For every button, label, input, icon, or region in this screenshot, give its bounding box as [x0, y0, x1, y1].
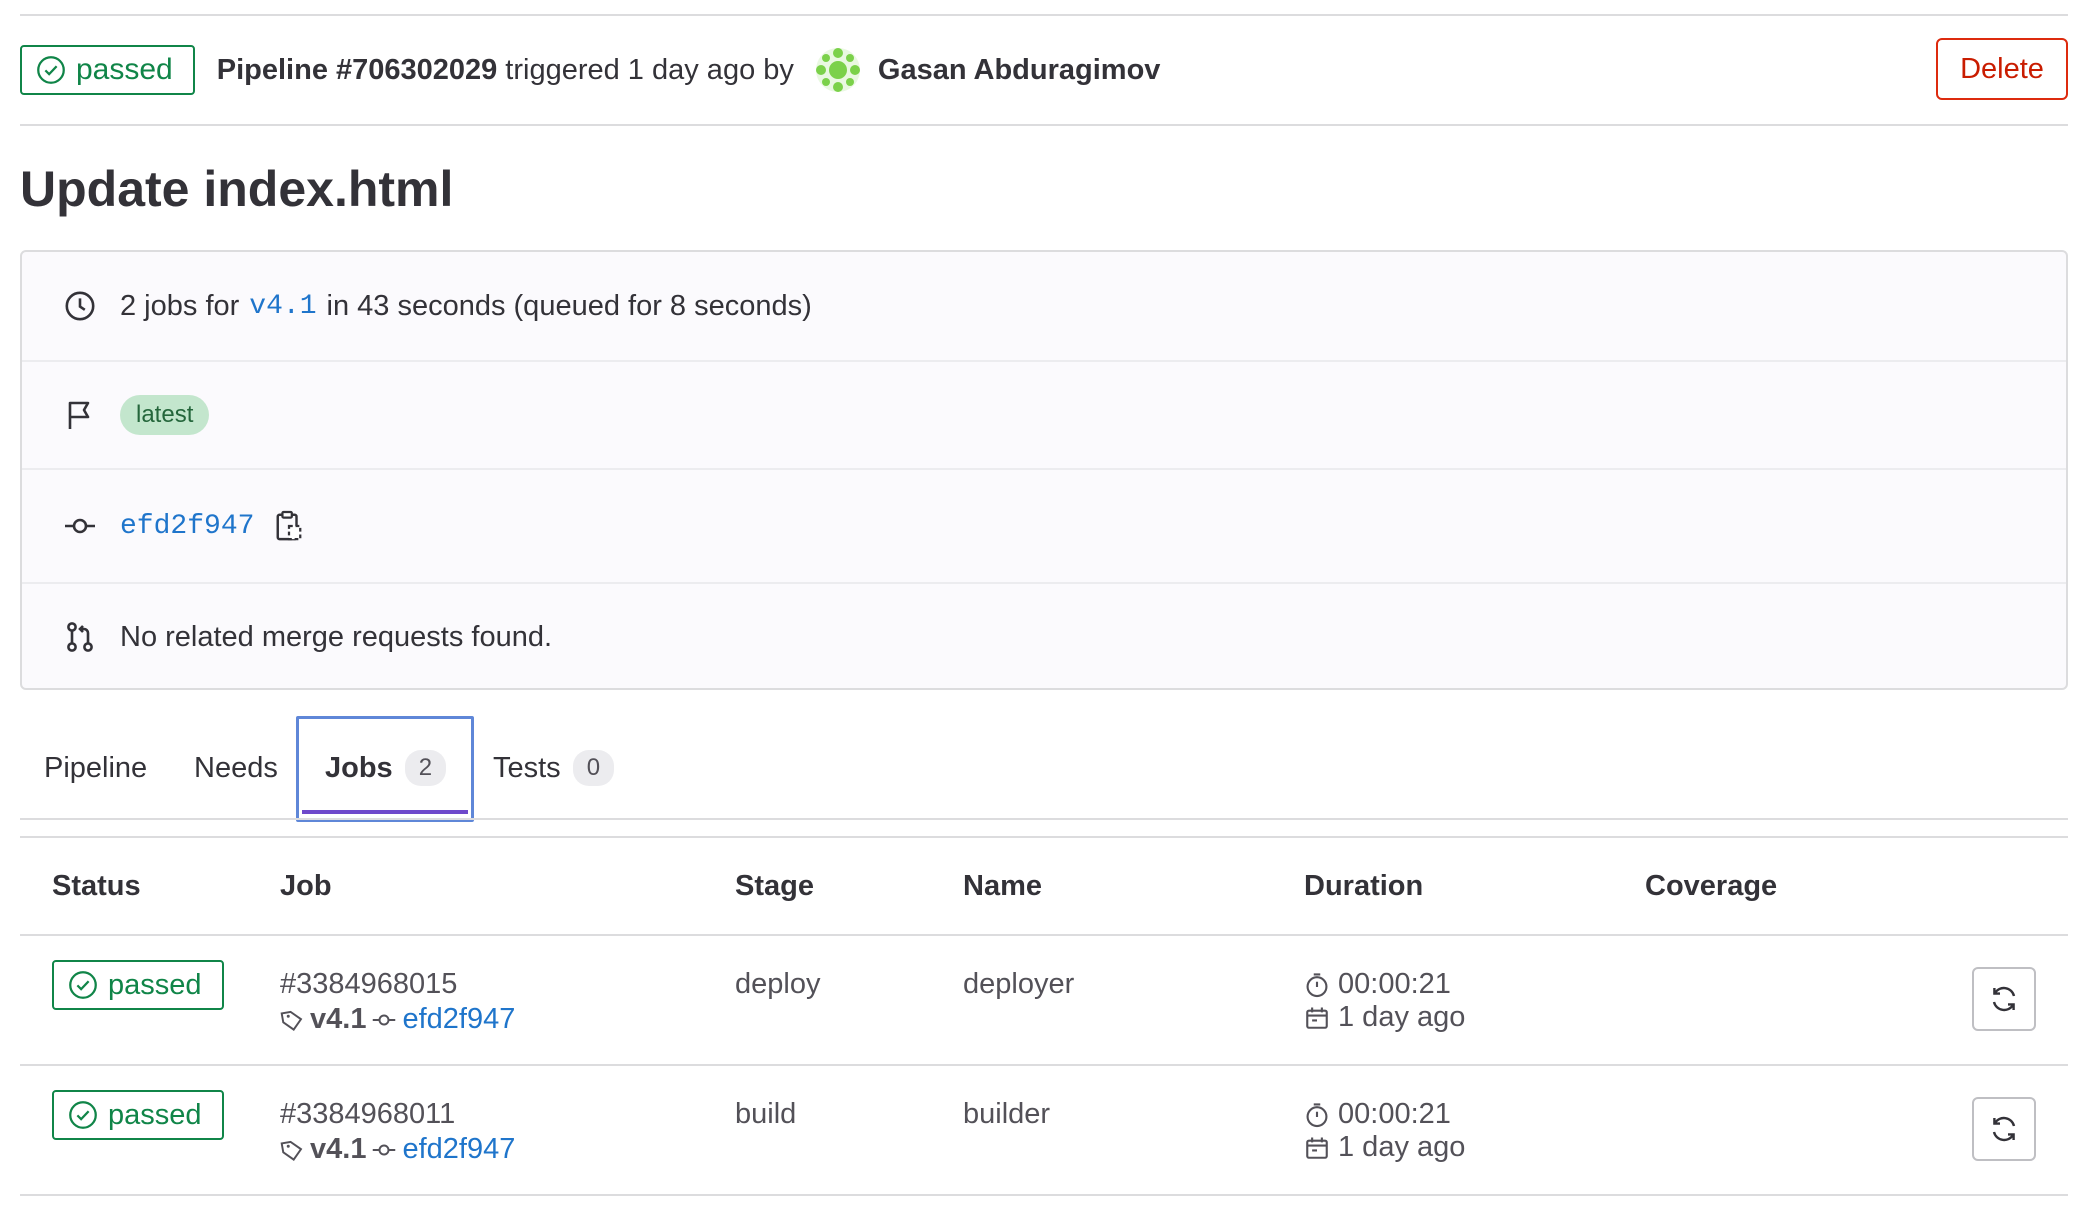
tag-icon — [280, 1010, 303, 1031]
pipeline-header: passed Pipeline #706302029 triggered 1 d… — [20, 32, 2068, 108]
pipeline-info: Pipeline #706302029 triggered 1 day ago … — [216, 46, 1161, 94]
tab-needs[interactable]: Needs — [194, 716, 278, 820]
tab-pipeline[interactable]: Pipeline — [44, 716, 147, 820]
merge-request-icon — [62, 619, 98, 655]
job-status-badge[interactable]: passed — [52, 1090, 224, 1140]
table-top-divider — [20, 836, 2068, 838]
ref-link[interactable]: v4.1 — [249, 291, 316, 322]
job-status-badge[interactable]: passed — [52, 960, 224, 1010]
column-header-job: Job — [280, 870, 332, 902]
job-duration-cell: 00:00:21 1 day ago — [1304, 1098, 1465, 1164]
header-divider — [20, 124, 2068, 126]
job-id-link[interactable]: #3384968015 — [280, 968, 515, 1001]
pipeline-page: passed Pipeline #706302029 triggered 1 d… — [0, 0, 2092, 1206]
jobs-suffix: in 43 seconds (queued for 8 seconds) — [326, 289, 812, 322]
commit-icon — [62, 508, 98, 544]
timer-icon — [1306, 972, 1328, 997]
user-avatar[interactable] — [814, 46, 862, 94]
retry-icon — [1992, 986, 2016, 1012]
tabs-divider — [20, 818, 2068, 820]
pipeline-status-badge[interactable]: passed — [20, 45, 195, 95]
commit-icon — [373, 1144, 396, 1155]
top-divider — [20, 14, 2068, 16]
jobs-prefix: 2 jobs for — [120, 289, 240, 322]
pipeline-details-box: 2 jobs for v4.1 in 43 seconds (queued fo… — [20, 250, 2068, 690]
job-name: deployer — [963, 968, 1075, 1000]
tab-tests[interactable]: Tests 0 — [493, 716, 615, 820]
tag-icon — [280, 1140, 303, 1161]
flag-icon — [62, 397, 98, 433]
retry-button[interactable] — [1972, 1097, 2036, 1161]
tab-label: Needs — [194, 751, 278, 784]
job-finished: 1 day ago — [1338, 1001, 1466, 1033]
status-label: passed — [76, 53, 173, 86]
status-label: passed — [108, 1098, 202, 1131]
copy-icon[interactable] — [274, 509, 304, 543]
job-name: builder — [963, 1098, 1051, 1130]
latest-badge: latest — [120, 395, 210, 435]
page-title: Update index.html — [20, 161, 454, 217]
calendar-icon — [1306, 1136, 1328, 1159]
retry-button[interactable] — [1972, 967, 2036, 1031]
tab-label: Pipeline — [44, 751, 148, 784]
job-sha-link[interactable]: efd2f947 — [402, 1003, 515, 1036]
check-circle-icon — [37, 56, 65, 84]
check-circle-icon — [69, 971, 97, 999]
row-divider — [20, 1194, 2068, 1196]
commit-sha-link[interactable]: efd2f947 — [120, 511, 254, 542]
commit-icon — [373, 1014, 396, 1025]
retry-icon — [1992, 1116, 2016, 1142]
merge-requests-text: No related merge requests found. — [120, 620, 553, 653]
job-duration-cell: 00:00:21 1 day ago — [1304, 968, 1465, 1034]
column-header-status: Status — [52, 870, 141, 902]
active-tab-indicator — [302, 810, 468, 814]
tab-count-badge: 0 — [572, 750, 615, 786]
job-ref-link[interactable]: v4.1 — [310, 1133, 366, 1166]
user-name-link[interactable]: Gasan Abduragimov — [878, 54, 1161, 87]
timer-icon — [1306, 1102, 1328, 1127]
job-sha-link[interactable]: efd2f947 — [402, 1133, 515, 1166]
jobs-summary-row: 2 jobs for v4.1 in 43 seconds (queued fo… — [22, 252, 2066, 360]
job-stage: deploy — [735, 968, 821, 1000]
job-finished: 1 day ago — [1338, 1131, 1466, 1163]
job-stage: build — [735, 1098, 797, 1130]
pipeline-tabs: Pipeline Needs Jobs 2 Tests 0 — [20, 716, 2068, 822]
column-header-coverage: Coverage — [1645, 870, 1778, 902]
calendar-icon — [1306, 1006, 1328, 1029]
merge-requests-row: No related merge requests found. — [22, 584, 2066, 690]
job-cell: #3384968015 v4.1 efd2f947 — [280, 968, 515, 1036]
delete-button[interactable]: Delete — [1936, 38, 2068, 100]
tags-row: latest — [22, 362, 2066, 468]
job-id-link[interactable]: #3384968011 — [280, 1098, 515, 1131]
header-row-divider — [20, 934, 2068, 936]
job-duration: 00:00:21 — [1338, 1098, 1451, 1130]
row-divider — [20, 1064, 2068, 1066]
column-header-duration: Duration — [1304, 870, 1424, 902]
job-ref-link[interactable]: v4.1 — [310, 1003, 366, 1036]
pipeline-id: Pipeline #706302029 — [216, 53, 498, 86]
commit-row: efd2f947 — [22, 470, 2066, 582]
job-duration: 00:00:21 — [1338, 968, 1451, 1000]
column-header-name: Name — [963, 870, 1042, 902]
check-circle-icon — [69, 1101, 97, 1129]
job-cell: #3384968011 v4.1 efd2f947 — [280, 1098, 515, 1166]
tab-focus-ring — [296, 716, 474, 822]
tab-label: Tests — [493, 751, 561, 784]
status-label: passed — [108, 968, 202, 1001]
column-header-stage: Stage — [735, 870, 814, 902]
clock-icon — [62, 288, 98, 324]
triggered-text: triggered 1 day ago by — [505, 53, 794, 86]
